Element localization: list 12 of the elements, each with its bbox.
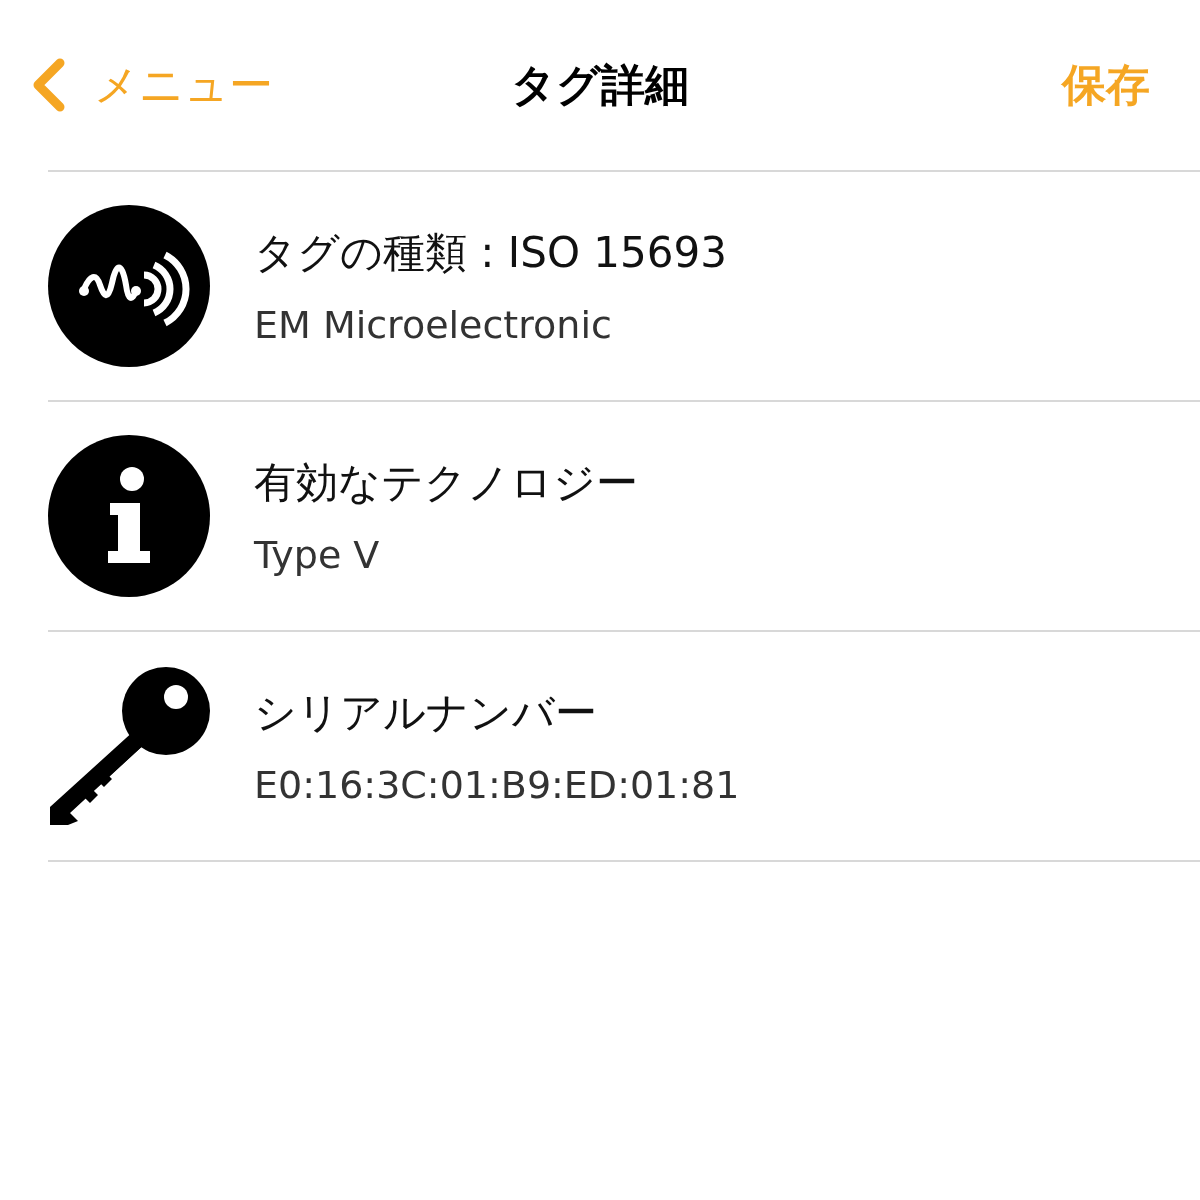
row-detail: EM Microelectronic: [254, 303, 613, 347]
info-icon: [48, 435, 210, 597]
back-button[interactable]: メニュー: [28, 55, 273, 115]
key-icon: [48, 665, 210, 827]
nfc-icon: [48, 205, 210, 367]
save-button[interactable]: 保存: [1062, 55, 1150, 115]
screen-title: タグ詳細: [511, 57, 689, 112]
row-detail: Type V: [254, 533, 381, 577]
row-title: 有効なテクノロジー: [254, 457, 638, 509]
row-detail: E0:16:3C:01:B9:ED:01:81: [254, 763, 740, 807]
row-title: シリアルナンバー: [254, 687, 598, 739]
row-title: タグの種類 : ISO 15693: [254, 227, 727, 279]
